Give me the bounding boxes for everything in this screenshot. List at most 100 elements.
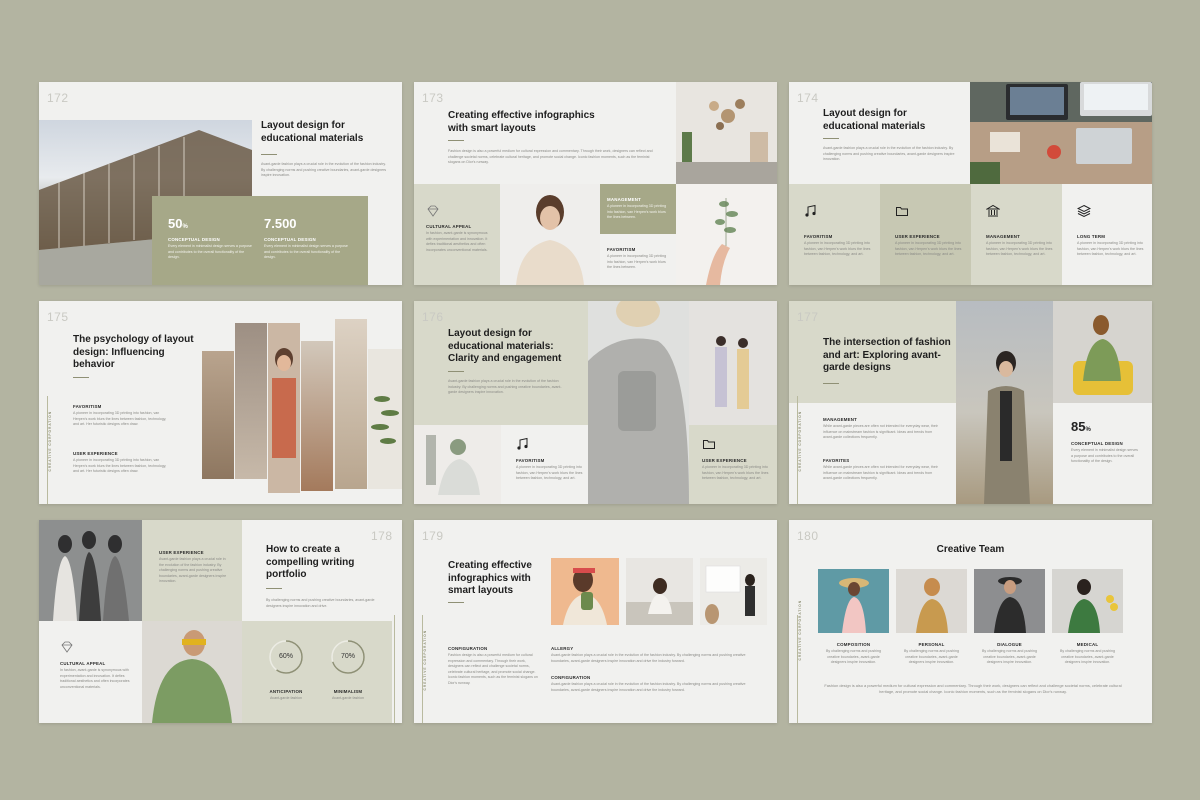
slide-177[interactable]: 177 The intersection of fashion and art:… xyxy=(789,301,1152,504)
slide-174[interactable]: 174 Layout design for educational materi… xyxy=(789,82,1152,285)
ring-percent: 70% xyxy=(340,653,355,660)
slide-number: 178 xyxy=(371,529,393,543)
stat-text: Every element in minimalist design serve… xyxy=(1071,448,1138,464)
strip-photo xyxy=(335,319,367,489)
presentation-photo xyxy=(700,558,767,625)
feature-text: A pioneer in incorporating 3D printing i… xyxy=(804,241,871,257)
management-panel: MANAGEMENT A pioneer in incorporating 3D… xyxy=(600,184,676,234)
stat-label: CONCEPTUAL DESIGN xyxy=(264,237,316,242)
vertical-label: CREATIVE CORPORATION xyxy=(48,411,52,472)
item-text: Fashion design is also a powerful medium… xyxy=(448,653,538,685)
slide-title: Creating effective infographics with sma… xyxy=(448,110,595,134)
feature-text: A pioneer in incorporating 3D printing i… xyxy=(1077,241,1144,257)
item-label: USER EXPERIENCE xyxy=(73,451,118,456)
stat-value: 7.500 xyxy=(264,216,297,231)
layers-icon xyxy=(1077,204,1091,218)
member-label: PERSONAL xyxy=(918,642,945,647)
backpack-photo xyxy=(588,301,689,504)
green-jacket-photo xyxy=(142,621,242,723)
slide-180[interactable]: 180 Creative Team CREATIVE CORPORATION C… xyxy=(789,520,1152,723)
rings-panel: 60% ANTICIPATION Avant-garde fashion 70%… xyxy=(242,621,392,723)
stats-panel: 50% CONCEPTUAL DESIGN Every element in m… xyxy=(152,196,368,285)
feature-label: FAVORITISM xyxy=(804,234,833,239)
diamond-icon xyxy=(61,641,73,653)
slide-number: 176 xyxy=(422,310,444,324)
team-photo-4 xyxy=(1052,569,1123,633)
item-label: FAVORITES xyxy=(823,458,850,463)
member-label: MEDICAL xyxy=(1076,642,1099,647)
yellow-chair-photo xyxy=(1053,301,1152,403)
col-text: A pioneer in incorporating 3D printing i… xyxy=(607,204,667,220)
item-label: FAVORITISM xyxy=(516,458,545,463)
feature-col: FAVORITISM A pioneer in incorporating 3D… xyxy=(789,184,880,285)
folder-icon xyxy=(896,207,908,216)
stat-value: 50% xyxy=(168,216,188,231)
slide-178[interactable]: USER EXPERIENCE Avant-garde fashion play… xyxy=(39,520,402,723)
footer-text: Fashion design is also a powerful medium… xyxy=(824,683,1122,695)
member-text: By challenging norms and pushing creativ… xyxy=(826,649,881,665)
item-label: CULTURAL APPEAL xyxy=(60,661,106,666)
slide-number: 173 xyxy=(422,91,444,105)
item-text: Avant-garde fashion plays a crucial role… xyxy=(159,557,227,584)
slide-number: 174 xyxy=(797,91,819,105)
feature-label: USER EXPERIENCE xyxy=(895,234,940,239)
item-text: A pioneer in incorporating 3D printing i… xyxy=(73,458,167,474)
stat-label: CONCEPTUAL DESIGN xyxy=(168,237,220,242)
sitting-person-photo xyxy=(414,425,501,504)
slide-number: 180 xyxy=(797,529,819,543)
slide-title: How to create a compelling writing portf… xyxy=(266,544,355,580)
item-text: Avant-garde fashion plays a crucial role… xyxy=(551,653,746,663)
coat-woman-photo xyxy=(956,301,1053,504)
music-note-icon xyxy=(805,204,816,217)
body-text: Avant-garde fashion plays a crucial role… xyxy=(448,379,562,395)
member-text: By challenging norms and pushing creativ… xyxy=(904,649,959,665)
diamond-icon xyxy=(427,205,439,217)
feature-col: LONG TERM A pioneer in incorporating 3D … xyxy=(1062,184,1152,285)
slide-179[interactable]: 179 Creating effective infographics with… xyxy=(414,520,777,723)
body-text: Avant-garde fashion plays a crucial role… xyxy=(261,162,387,178)
feature-text: A pioneer in incorporating 3D printing i… xyxy=(986,241,1053,257)
col-label: MANAGEMENT xyxy=(607,197,641,202)
item-label: MANAGEMENT xyxy=(823,417,857,422)
strip-photo xyxy=(235,323,267,479)
item-text: While avant-garde pieces are often not i… xyxy=(823,465,938,481)
item-label: USER EXPERIENCE xyxy=(159,550,204,555)
item-text: In fashion, avant-garde is synonymous wi… xyxy=(60,668,130,689)
woman-coffee-photo xyxy=(268,323,300,493)
slide-number: 179 xyxy=(422,529,444,543)
item-label: ALLERGY xyxy=(551,646,574,651)
team-photo-2 xyxy=(896,569,967,633)
slide-title: Creating effective infographics with sma… xyxy=(448,560,532,596)
slide-173[interactable]: 173 Creating effective infographics with… xyxy=(414,82,777,285)
slide-176[interactable]: 176 Layout design for educational materi… xyxy=(414,301,777,504)
ring-label: ANTICIPATION xyxy=(269,689,303,694)
slide-title: Layout design for educational materials xyxy=(261,120,364,144)
side-bar xyxy=(394,615,395,723)
desk-photo xyxy=(970,82,1152,184)
ring-label: MINIMALISM xyxy=(333,689,363,694)
strip-photo xyxy=(301,341,333,491)
feature-text: A pioneer in incorporating 3D printing i… xyxy=(895,241,962,257)
office-photo xyxy=(626,558,693,625)
item-label: USER EXPERIENCE xyxy=(702,458,747,463)
item-text: A pioneer in incorporating 3D printing i… xyxy=(702,465,769,481)
col-label: CULTURAL APPEAL xyxy=(426,224,472,229)
info-col: CULTURAL APPEAL In fashion, avant-garde … xyxy=(414,184,500,285)
decor-photo xyxy=(676,82,777,184)
item-label: CONFIGURATION xyxy=(448,646,488,651)
slide-175[interactable]: 175 The psychology of layout design: Inf… xyxy=(39,301,402,504)
item-label: CONFIGURATION xyxy=(551,675,591,680)
folder-icon xyxy=(703,440,715,449)
col-text: A pioneer in incorporating 3D printing i… xyxy=(607,254,667,270)
two-women-photo xyxy=(689,301,777,425)
title-rule xyxy=(261,154,277,155)
woman-glasses-photo xyxy=(500,184,600,285)
feature-label: LONG TERM xyxy=(1077,234,1106,239)
title-rule xyxy=(266,588,282,589)
team-photo-1 xyxy=(818,569,889,633)
strip-photo xyxy=(202,351,234,479)
title-rule xyxy=(823,138,839,139)
slide-172[interactable]: 172 Layout design for educational materi… xyxy=(39,82,402,285)
feature-label: MANAGEMENT xyxy=(986,234,1020,239)
team-photo-3 xyxy=(974,569,1045,633)
